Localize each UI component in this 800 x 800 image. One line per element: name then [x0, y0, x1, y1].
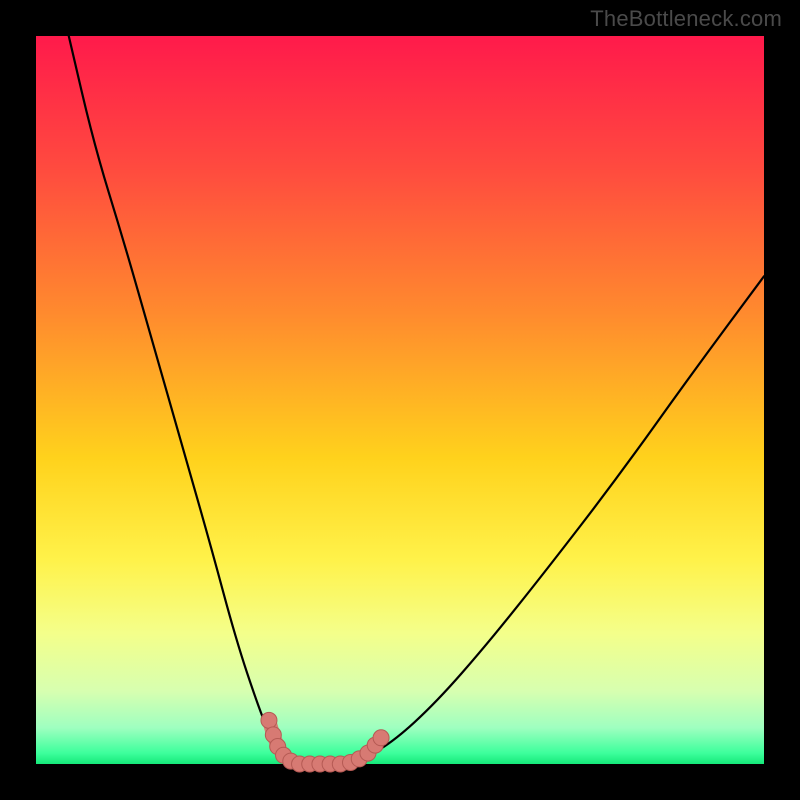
bottleneck-curve [69, 36, 764, 764]
plot-area [36, 36, 764, 764]
marker-dot [373, 730, 389, 746]
curve-layer [36, 36, 764, 764]
chart-frame: TheBottleneck.com [0, 0, 800, 800]
marker-dot [261, 712, 277, 728]
watermark-label: TheBottleneck.com [590, 6, 782, 32]
